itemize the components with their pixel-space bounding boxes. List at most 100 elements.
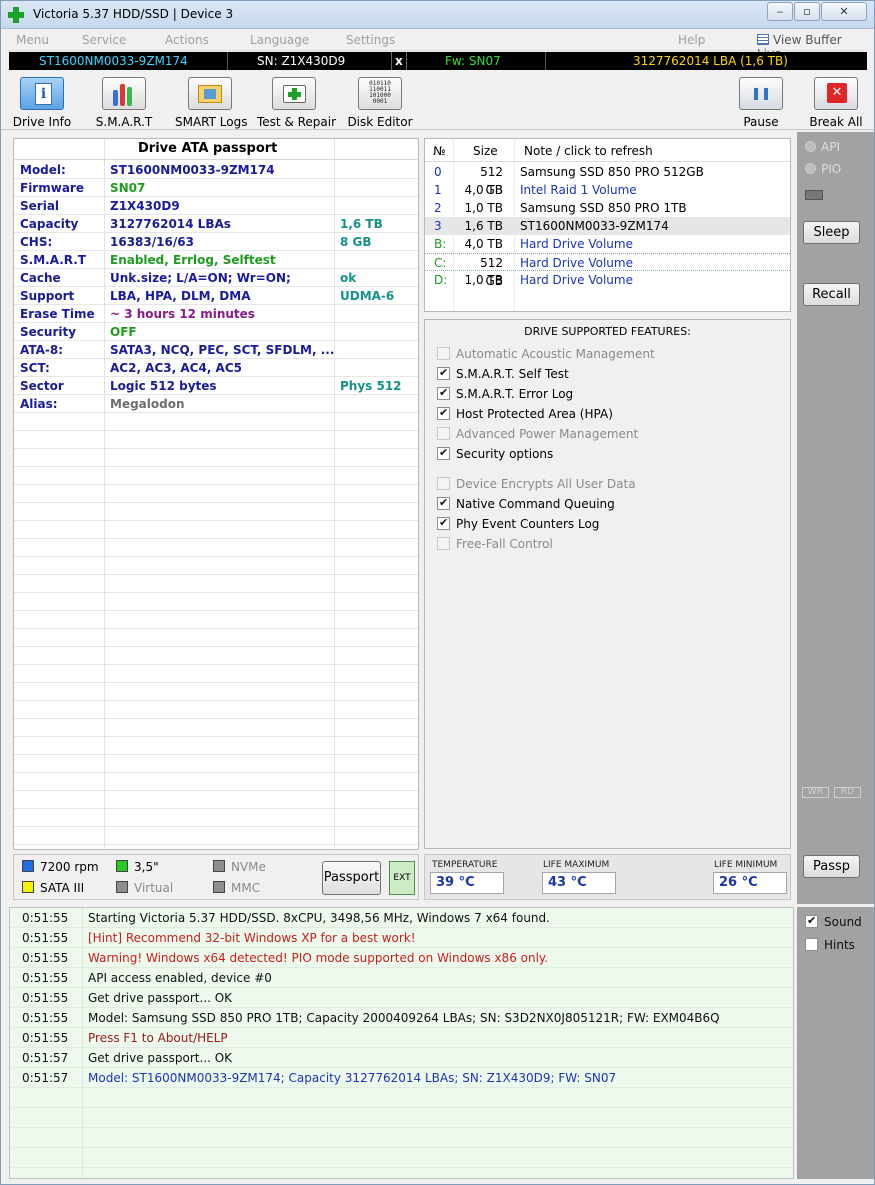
feature-checkbox[interactable]: Security options: [437, 446, 553, 461]
test-repair-button[interactable]: Test & Repair: [257, 74, 336, 129]
passport-empty-row: [14, 413, 418, 431]
smart-button[interactable]: S.M.A.R.T: [93, 74, 155, 129]
binary-disk-icon: 010110 110011 101000 0001: [358, 77, 402, 110]
feature-checkbox[interactable]: Phy Event Counters Log: [437, 516, 599, 531]
col-size[interactable]: Size: [473, 144, 498, 158]
passport-key: Model:: [20, 163, 66, 177]
legend-mmc: MMC: [213, 881, 260, 895]
log-row: 0:51:55 Model: Samsung SSD 850 PRO 1TB; C…: [10, 1008, 793, 1028]
log-row: 0:51:55 Starting Victoria 5.37 HDD/SSD. 8…: [10, 908, 793, 928]
recall-button[interactable]: Recall: [803, 283, 860, 306]
disk-editor-button[interactable]: 010110 110011 101000 0001 Disk Editor: [347, 74, 413, 129]
passport-key: Capacity: [20, 217, 79, 231]
pause-button[interactable]: Pause: [731, 74, 791, 129]
drive-row[interactable]: 3 1,6 TB ST1600NM0033-9ZM174: [425, 217, 790, 235]
passport-value: Logic 512 bytes: [110, 379, 217, 393]
drive-row[interactable]: D: 1,0 TB Hard Drive Volume: [425, 271, 790, 289]
log-time: 0:51:55: [22, 971, 69, 985]
drive-info-icon: [20, 77, 64, 110]
passport-empty-row: [14, 773, 418, 791]
passport-extra: UDMA-6: [340, 289, 395, 303]
sound-label: Sound: [824, 915, 862, 929]
col-number[interactable]: №: [433, 144, 445, 158]
log-time: 0:51:55: [22, 911, 69, 925]
drive-info-button[interactable]: Drive Info: [11, 74, 73, 129]
minimize-button[interactable]: ‒: [767, 2, 793, 21]
log-message: Model: ST1600NM0033-9ZM174; Capacity 312…: [88, 1071, 617, 1085]
drive-note: ST1600NM0033-9ZM174: [520, 219, 669, 233]
passport-row: Support LBA, HPA, DLM, DMA UDMA-6: [14, 287, 418, 305]
passport-value: SN07: [110, 181, 146, 195]
menu-item-settings[interactable]: Settings: [346, 33, 395, 47]
log-message: Press F1 to About/HELP: [88, 1031, 228, 1045]
passport-header: Drive ATA passport: [14, 139, 418, 160]
passport-key: Cache: [20, 271, 61, 285]
drive-row[interactable]: 0 512 GB Samsung SSD 850 PRO 512GB: [425, 163, 790, 197]
device-firmware[interactable]: Fw: SN07: [445, 52, 501, 70]
checkbox-icon: [437, 366, 450, 380]
break-all-button[interactable]: Break All: [805, 74, 867, 129]
menu-item-actions[interactable]: Actions: [165, 33, 209, 47]
right-sidebar: API PIO Sleep Recall WR RD Passp: [797, 132, 874, 904]
col-note[interactable]: Note / click to refresh: [524, 144, 653, 158]
gray-square-icon: [213, 860, 225, 872]
passport-empty-row: [14, 737, 418, 755]
smart-bars-icon: [102, 77, 146, 110]
device-close-button[interactable]: x: [391, 52, 407, 70]
passport-button[interactable]: Passport: [322, 861, 381, 895]
smart-logs-button[interactable]: SMART Logs: [175, 74, 247, 129]
binary-line: 0001: [372, 98, 388, 105]
legend-form-label: 3,5": [134, 860, 159, 874]
log-time: 0:51:55: [22, 991, 69, 1005]
ext-button[interactable]: EXT: [389, 861, 415, 895]
drive-row[interactable]: 1 4,0 TB Intel Raid 1 Volume: [425, 181, 790, 199]
drive-note: Hard Drive Volume: [520, 237, 633, 251]
status-indicator: [805, 190, 823, 200]
pause-icon: [739, 77, 783, 110]
drive-note: Hard Drive Volume: [520, 256, 633, 270]
log-message: Starting Victoria 5.37 HDD/SSD. 8xCPU, 3…: [88, 911, 550, 925]
device-model[interactable]: ST1600NM0033-9ZM174: [39, 52, 188, 70]
device-lba[interactable]: 3127762014 LBA (1,6 TB): [633, 52, 788, 70]
menu-item-service[interactable]: Service: [82, 33, 126, 47]
event-log[interactable]: 0:51:55 Starting Victoria 5.37 HDD/SSD. 8…: [9, 907, 794, 1179]
log-time: 0:51:57: [22, 1051, 69, 1065]
drive-row[interactable]: B: 4,0 TB Hard Drive Volume: [425, 235, 790, 253]
log-row: 0:51:55 API access enabled, device #0: [10, 968, 793, 988]
feature-checkbox[interactable]: S.M.A.R.T. Self Test: [437, 366, 569, 381]
menu-item-menu[interactable]: Menu: [16, 33, 49, 47]
toolbar-divider: [1, 129, 874, 130]
passport-row: Alias: Megalodon: [14, 395, 418, 413]
checkbox-icon: [805, 914, 818, 928]
menu-item-language[interactable]: Language: [250, 33, 309, 47]
api-radio[interactable]: API: [805, 140, 840, 154]
device-serial[interactable]: SN: Z1X430D9: [257, 52, 345, 70]
menu-bar: Menu Service Actions Language Settings H…: [9, 31, 867, 61]
passport-key: ATA-8:: [20, 343, 64, 357]
drive-row[interactable]: 2 1,0 TB Samsung SSD 850 PRO 1TB: [425, 199, 790, 217]
feature-label: Automatic Acoustic Management: [456, 347, 655, 361]
feature-label: Host Protected Area (HPA): [456, 407, 613, 421]
sound-checkbox[interactable]: Sound: [805, 914, 862, 929]
feature-checkbox: Advanced Power Management: [437, 427, 638, 441]
passp-button[interactable]: Passp: [803, 855, 860, 878]
blue-square-icon: [22, 860, 34, 872]
maximize-icon: ▫: [803, 5, 811, 18]
menu-item-help[interactable]: Help: [678, 33, 705, 47]
passport-value: Unk.size; L/A=ON; Wr=ON;: [110, 271, 291, 285]
passport-row: S.M.A.R.T Enabled, Errlog, Selftest: [14, 251, 418, 269]
close-button[interactable]: ✕: [821, 2, 867, 21]
pio-label: PIO: [821, 162, 842, 176]
passport-empty-row: [14, 485, 418, 503]
sleep-button[interactable]: Sleep: [803, 221, 860, 244]
drive-type-legend: 7200 rpm 3,5" NVMe SATA III Virtual MMC …: [13, 854, 419, 900]
passport-row: SCT: AC2, AC3, AC4, AC5: [14, 359, 418, 377]
feature-checkbox[interactable]: S.M.A.R.T. Error Log: [437, 386, 573, 401]
feature-checkbox[interactable]: Host Protected Area (HPA): [437, 406, 613, 421]
pio-radio[interactable]: PIO: [805, 162, 841, 176]
hints-checkbox[interactable]: Hints: [805, 938, 855, 952]
maximize-button[interactable]: ▫: [794, 2, 820, 21]
drive-row[interactable]: C: 512 GB Hard Drive Volume: [425, 253, 790, 288]
feature-checkbox[interactable]: Native Command Queuing: [437, 496, 615, 511]
passport-empty-row: [14, 467, 418, 485]
